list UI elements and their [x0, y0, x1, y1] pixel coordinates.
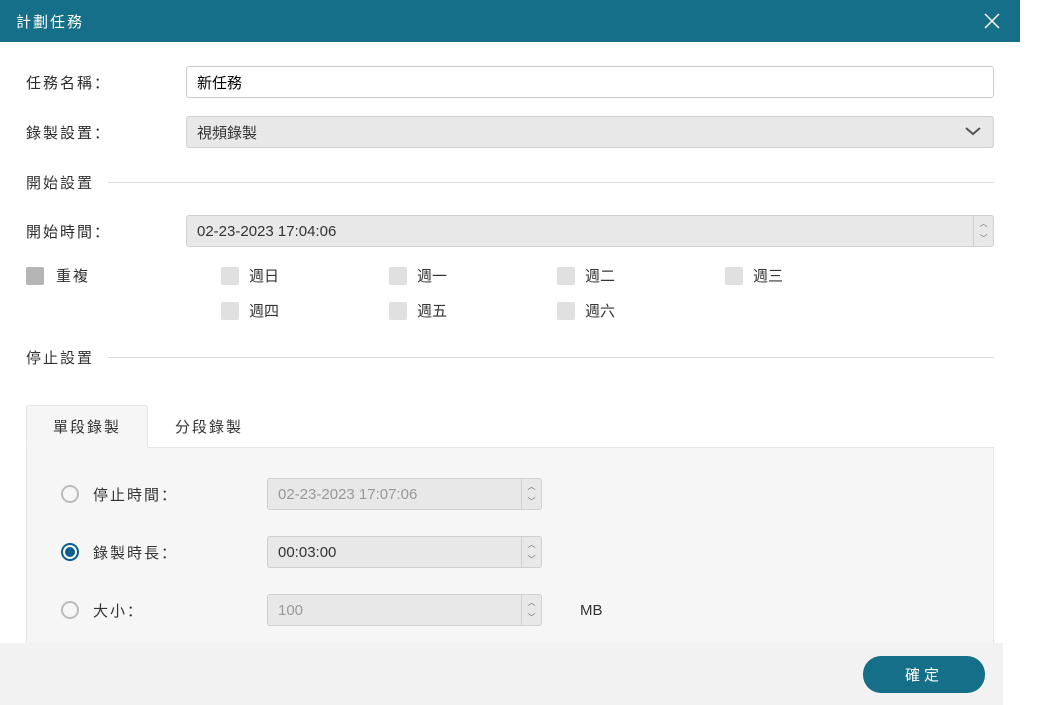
stop-section-heading: 停止設置	[26, 347, 994, 368]
day-thu-label: 週四	[249, 300, 279, 321]
record-setting-value: 視頻錄製	[197, 122, 257, 143]
start-time-label: 開始時間：	[26, 221, 186, 242]
size-unit: MB	[580, 602, 603, 619]
spinner-down-icon[interactable]: ﹀	[522, 610, 541, 625]
titlebar: 計劃任務	[0, 0, 1020, 42]
day-mon-label: 週一	[417, 265, 447, 286]
duration-input[interactable]: 00:03:00 ︿ ﹀	[267, 536, 542, 568]
spinner-up-icon[interactable]: ︿	[522, 479, 541, 494]
task-name-input[interactable]	[186, 66, 994, 98]
spinner-down-icon[interactable]: ﹀	[974, 231, 993, 246]
tab-single[interactable]: 單段錄製	[26, 405, 148, 448]
chevron-down-icon	[963, 124, 983, 140]
start-time-input[interactable]: 02-23-2023 17:04:06 ︿ ﹀	[186, 215, 994, 247]
duration-label: 錄製時長：	[93, 542, 253, 563]
spinner-up-icon[interactable]: ︿	[522, 537, 541, 552]
day-wed-label: 週三	[753, 265, 783, 286]
day-sat-label: 週六	[585, 300, 615, 321]
duration-radio[interactable]	[61, 543, 79, 561]
day-wed-checkbox[interactable]	[725, 267, 743, 285]
day-sun-checkbox[interactable]	[221, 267, 239, 285]
spinner-up-icon[interactable]: ︿	[974, 216, 993, 231]
day-tue-label: 週二	[585, 265, 615, 286]
size-label: 大小：	[93, 600, 253, 621]
spinner-arrows: ︿ ﹀	[973, 216, 993, 246]
stop-time-label: 停止時間：	[93, 484, 253, 505]
day-mon-checkbox[interactable]	[389, 267, 407, 285]
tab-segmented[interactable]: 分段錄製	[148, 405, 270, 448]
scheduled-task-dialog: 計劃任務 任務名稱： 錄製設置： 視頻錄製 開始設置 開始時間：	[0, 0, 1020, 705]
ok-button[interactable]: 確定	[863, 656, 985, 693]
size-input[interactable]: 100 ︿ ﹀	[267, 594, 542, 626]
stop-tabs: 單段錄製 分段錄製	[26, 404, 994, 448]
record-setting-label: 錄製設置：	[26, 122, 186, 143]
stop-time-radio[interactable]	[61, 485, 79, 503]
day-fri-label: 週五	[417, 300, 447, 321]
size-radio[interactable]	[61, 601, 79, 619]
repeat-checkbox[interactable]	[26, 267, 44, 285]
background-sliver	[1020, 0, 1037, 705]
task-name-label: 任務名稱：	[26, 72, 186, 93]
days-grid: 週日 週一 週二 週三 週四 週五 週六	[221, 265, 994, 321]
spinner-up-icon[interactable]: ︿	[522, 595, 541, 610]
day-thu-checkbox[interactable]	[221, 302, 239, 320]
day-fri-checkbox[interactable]	[389, 302, 407, 320]
dialog-footer: 確定	[0, 643, 1003, 705]
spinner-down-icon[interactable]: ﹀	[522, 552, 541, 567]
spinner-down-icon[interactable]: ﹀	[522, 494, 541, 509]
day-tue-checkbox[interactable]	[557, 267, 575, 285]
stop-time-input[interactable]: 02-23-2023 17:07:06 ︿ ﹀	[267, 478, 542, 510]
start-section-heading: 開始設置	[26, 172, 994, 193]
record-setting-select[interactable]: 視頻錄製	[186, 116, 994, 148]
day-sun-label: 週日	[249, 265, 279, 286]
repeat-label: 重複	[56, 265, 90, 286]
dialog-title: 計劃任務	[16, 11, 84, 32]
dialog-content: 任務名稱： 錄製設置： 視頻錄製 開始設置 開始時間： 02-23-2023 1…	[0, 42, 1020, 705]
day-sat-checkbox[interactable]	[557, 302, 575, 320]
close-icon[interactable]	[980, 9, 1004, 33]
